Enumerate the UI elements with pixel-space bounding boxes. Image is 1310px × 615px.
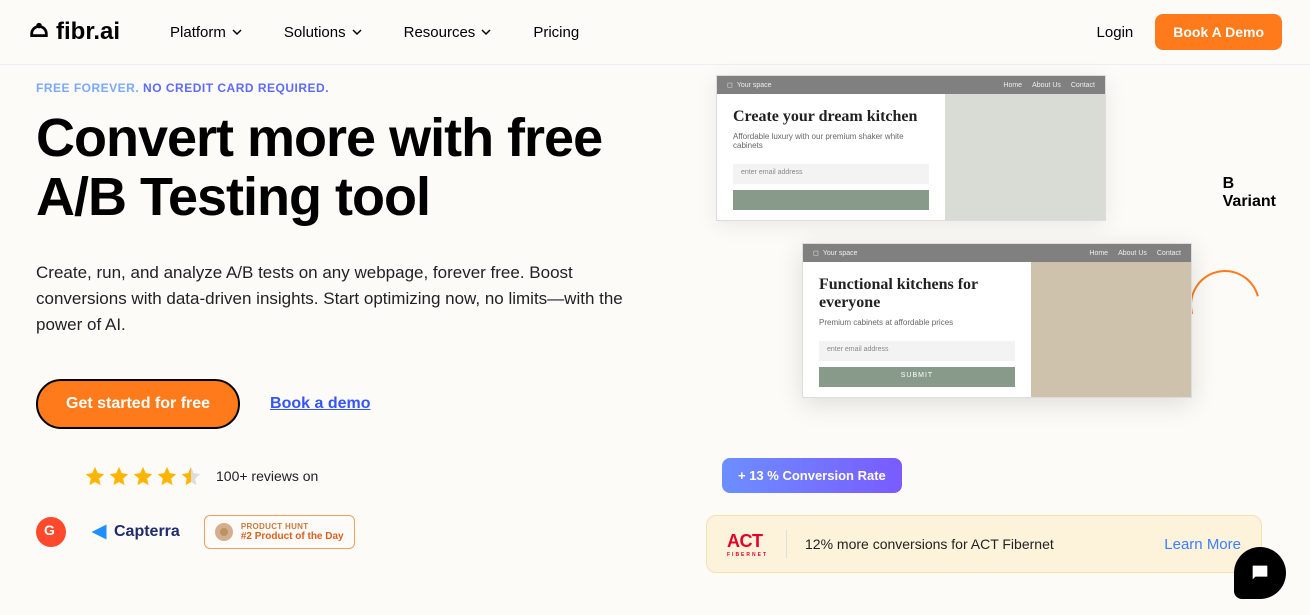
g2-badge[interactable]	[36, 517, 66, 547]
mockup-title: Create your dream kitchen	[733, 108, 929, 126]
capterra-icon	[90, 523, 108, 541]
subhead: Create, run, and analyze A/B tests on an…	[36, 260, 636, 339]
chat-icon	[1249, 562, 1271, 584]
mockup-submit	[733, 190, 929, 210]
medal-icon	[215, 523, 233, 541]
ph-top: PRODUCT HUNT	[241, 522, 344, 531]
mockup-email-input: enter email address	[733, 164, 929, 184]
nav-right: Login Book A Demo	[1097, 14, 1282, 50]
ph-text: PRODUCT HUNT #2 Product of the Day	[241, 522, 344, 542]
mockup-subtitle: Premium cabinets at affordable prices	[819, 318, 1015, 327]
conversion-badge: + 13 % Conversion Rate	[722, 458, 902, 493]
top-nav: fibr.ai Platform Solutions Resources Pri…	[0, 0, 1310, 65]
mockup-nav: Home About Us Contact	[1003, 82, 1095, 89]
variant-text: Variant	[1223, 193, 1276, 210]
capterra-text: Capterra	[114, 523, 180, 541]
get-started-button[interactable]: Get started for free	[36, 379, 240, 429]
nav-item-resources[interactable]: Resources	[404, 24, 492, 41]
variant-label: B Variant	[1223, 175, 1276, 211]
logo-icon	[28, 21, 50, 43]
hero-right: ◻ Your space Home About Us Contact Creat…	[716, 75, 1274, 549]
star-icon	[84, 465, 106, 487]
star-icon	[108, 465, 130, 487]
mockup-title: Functional kitchens for everyone	[819, 276, 1015, 312]
chat-button[interactable]	[1234, 547, 1286, 599]
ph-bottom: #2 Product of the Day	[241, 531, 344, 542]
mockup-nav: Home About Us Contact	[1089, 250, 1181, 257]
nav-label: Pricing	[533, 24, 579, 41]
mockup-variant-a: ◻ Your space Home About Us Contact Creat…	[716, 75, 1106, 221]
main: FREE FOREVER. NO CREDIT CARD REQUIRED. C…	[0, 65, 1310, 549]
cta-row: Get started for free Book a demo	[36, 379, 676, 429]
book-demo-nav-button[interactable]: Book A Demo	[1155, 14, 1282, 50]
reviews-text: 100+ reviews on	[216, 468, 318, 484]
mockup-topbar: ◻ Your space Home About Us Contact	[803, 244, 1191, 262]
badges: Capterra PRODUCT HUNT #2 Product of the …	[36, 515, 676, 549]
mockup-email-input: enter email address	[819, 341, 1015, 361]
act-logo: ACT FIBERNET	[727, 531, 768, 558]
mockup-topbar: ◻ Your space Home About Us Contact	[717, 76, 1105, 94]
callout-left: ACT FIBERNET 12% more conversions for AC…	[727, 530, 1054, 558]
capterra-badge[interactable]: Capterra	[90, 523, 180, 541]
variant-letter: B	[1223, 175, 1276, 193]
callout-text: 12% more conversions for ACT Fibernet	[805, 536, 1054, 552]
book-demo-link[interactable]: Book a demo	[270, 395, 370, 413]
nav-item-solutions[interactable]: Solutions	[284, 24, 362, 41]
divider	[786, 530, 787, 558]
chevron-down-icon	[352, 27, 362, 37]
mockup-brand: ◻ Your space	[727, 81, 772, 89]
mockup-container: ◻ Your space Home About Us Contact Creat…	[716, 75, 1196, 515]
nav-left: fibr.ai Platform Solutions Resources Pri…	[28, 18, 579, 46]
logo[interactable]: fibr.ai	[28, 18, 120, 46]
eyebrow-part1: FREE FOREVER.	[36, 81, 139, 95]
nav-label: Platform	[170, 24, 226, 41]
star-icon	[132, 465, 154, 487]
eyebrow: FREE FOREVER. NO CREDIT CARD REQUIRED.	[36, 81, 676, 95]
nav-label: Resources	[404, 24, 476, 41]
product-hunt-badge[interactable]: PRODUCT HUNT #2 Product of the Day	[204, 515, 355, 549]
headline: Convert more with free A/B Testing tool	[36, 109, 676, 228]
mockup-submit: SUBMIT	[819, 367, 1015, 387]
login-link[interactable]: Login	[1097, 24, 1134, 41]
mockup-image	[945, 94, 1105, 220]
logo-text: fibr.ai	[56, 18, 120, 46]
mockup-brand: ◻ Your space	[813, 249, 858, 257]
hero-left: FREE FOREVER. NO CREDIT CARD REQUIRED. C…	[36, 75, 676, 549]
reviews: 100+ reviews on	[84, 465, 676, 487]
nav-item-platform[interactable]: Platform	[170, 24, 242, 41]
chevron-down-icon	[232, 27, 242, 37]
nav-label: Solutions	[284, 24, 346, 41]
mockup-image	[1031, 262, 1191, 397]
mockup-variant-b: ◻ Your space Home About Us Contact Funct…	[802, 243, 1192, 398]
nav-links: Platform Solutions Resources Pricing	[170, 24, 579, 41]
star-half-icon	[180, 465, 202, 487]
star-rating	[84, 465, 202, 487]
case-study-callout: ACT FIBERNET 12% more conversions for AC…	[706, 515, 1262, 573]
learn-more-link[interactable]: Learn More	[1164, 536, 1241, 553]
star-icon	[156, 465, 178, 487]
mockup-subtitle: Affordable luxury with our premium shake…	[733, 132, 929, 150]
eyebrow-part2: NO CREDIT CARD REQUIRED.	[143, 81, 329, 95]
chevron-down-icon	[481, 27, 491, 37]
nav-item-pricing[interactable]: Pricing	[533, 24, 579, 41]
